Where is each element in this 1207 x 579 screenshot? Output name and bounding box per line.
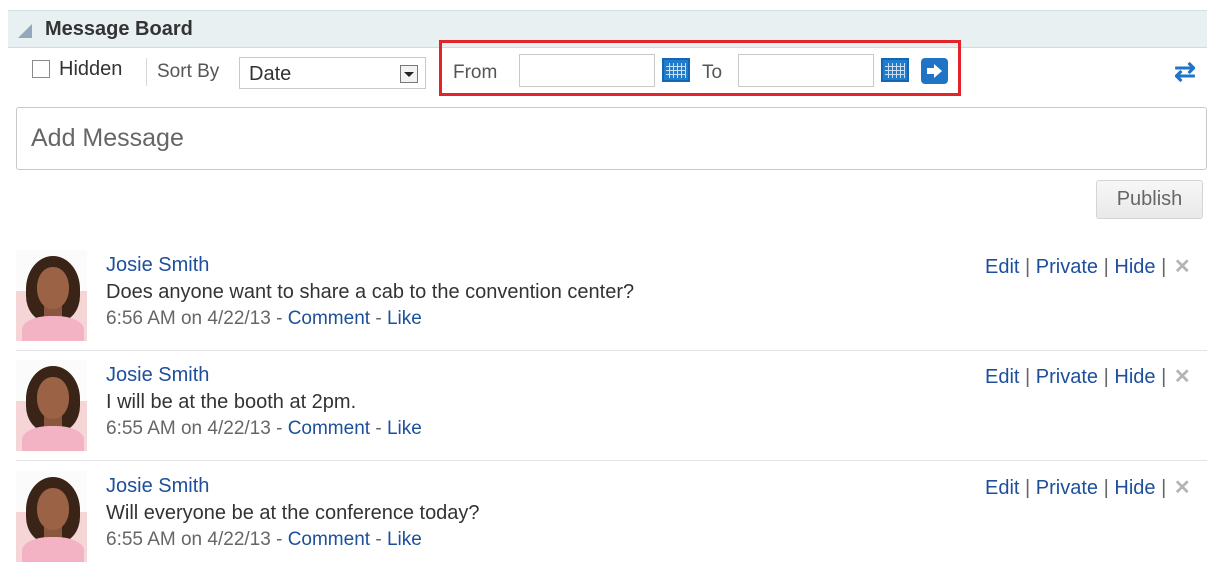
meta-separator: - — [375, 308, 382, 329]
author-link[interactable]: Josie Smith — [106, 475, 209, 498]
delete-icon[interactable]: ✕ — [1174, 477, 1191, 499]
action-separator: | — [1025, 366, 1031, 388]
add-message-input[interactable] — [17, 108, 1161, 169]
comment-link[interactable]: Comment — [288, 308, 370, 329]
message-meta: 6:55 AM on 4/22/13 - Comment - Like — [106, 529, 422, 551]
action-separator: | — [1161, 256, 1167, 278]
hidden-checkbox[interactable] — [32, 60, 50, 78]
chevron-down-icon[interactable] — [400, 65, 418, 83]
private-link[interactable]: Private — [1036, 366, 1098, 388]
sort-by-select[interactable]: Date — [239, 57, 426, 89]
sort-by-value: Date — [249, 63, 292, 85]
publish-button[interactable]: Publish — [1096, 180, 1203, 219]
avatar[interactable] — [16, 471, 87, 562]
like-link[interactable]: Like — [387, 418, 422, 439]
to-date-input[interactable] — [738, 54, 874, 87]
from-calendar-icon[interactable] — [662, 58, 690, 82]
hide-link[interactable]: Hide — [1114, 256, 1155, 278]
delete-icon[interactable]: ✕ — [1174, 366, 1191, 388]
message-text: Does anyone want to share a cab to the c… — [106, 281, 635, 303]
author-link[interactable]: Josie Smith — [106, 254, 209, 277]
action-separator: | — [1103, 366, 1109, 388]
collapse-triangle-icon[interactable] — [18, 24, 32, 38]
avatar[interactable] — [16, 360, 87, 451]
from-date-input[interactable] — [519, 54, 655, 87]
edit-link[interactable]: Edit — [985, 256, 1019, 278]
action-separator: | — [1161, 366, 1167, 388]
action-separator: | — [1103, 477, 1109, 499]
to-label: To — [702, 62, 723, 83]
to-calendar-icon[interactable] — [881, 58, 909, 82]
hidden-checkbox-label[interactable]: Hidden — [59, 58, 122, 81]
edit-link[interactable]: Edit — [985, 477, 1019, 499]
add-message-box[interactable] — [16, 107, 1207, 170]
refresh-icon[interactable]: ⇄ — [1172, 57, 1198, 85]
panel-title: Message Board — [45, 18, 193, 40]
meta-separator: - — [276, 418, 283, 439]
message-divider — [16, 350, 1207, 351]
action-separator: | — [1103, 256, 1109, 278]
message-divider — [16, 460, 1207, 461]
hide-link[interactable]: Hide — [1114, 477, 1155, 499]
private-link[interactable]: Private — [1036, 256, 1098, 278]
message-item: Josie Smith Will everyone be at the conf… — [0, 471, 1207, 579]
action-separator: | — [1025, 477, 1031, 499]
message-meta: 6:55 AM on 4/22/13 - Comment - Like — [106, 418, 422, 440]
action-separator: | — [1025, 256, 1031, 278]
toolbar-divider — [146, 58, 147, 86]
meta-separator: - — [375, 418, 382, 439]
meta-separator: - — [276, 529, 283, 550]
timestamp: 6:55 AM on 4/22/13 — [106, 418, 271, 439]
from-label: From — [453, 62, 498, 83]
delete-icon[interactable]: ✕ — [1174, 256, 1191, 278]
private-link[interactable]: Private — [1036, 477, 1098, 499]
meta-separator: - — [375, 529, 382, 550]
timestamp: 6:56 AM on 4/22/13 — [106, 308, 271, 329]
timestamp: 6:55 AM on 4/22/13 — [106, 529, 271, 550]
message-meta: 6:56 AM on 4/22/13 - Comment - Like — [106, 308, 422, 330]
message-item: Josie Smith I will be at the booth at 2p… — [0, 360, 1207, 468]
meta-separator: - — [276, 308, 283, 329]
author-link[interactable]: Josie Smith — [106, 364, 209, 387]
comment-link[interactable]: Comment — [288, 529, 370, 550]
edit-link[interactable]: Edit — [985, 366, 1019, 388]
apply-date-filter-button[interactable] — [921, 58, 948, 84]
avatar[interactable] — [16, 250, 87, 341]
message-actions: Edit | Private | Hide | ✕ — [985, 475, 1191, 500]
action-separator: | — [1161, 477, 1167, 499]
sort-by-label: Sort By — [157, 61, 220, 82]
message-item: Josie Smith Does anyone want to share a … — [0, 250, 1207, 358]
message-actions: Edit | Private | Hide | ✕ — [985, 254, 1191, 279]
hide-link[interactable]: Hide — [1114, 366, 1155, 388]
message-text: Will everyone be at the conference today… — [106, 502, 480, 524]
comment-link[interactable]: Comment — [288, 418, 370, 439]
like-link[interactable]: Like — [387, 308, 422, 329]
message-actions: Edit | Private | Hide | ✕ — [985, 364, 1191, 389]
message-text: I will be at the booth at 2pm. — [106, 391, 357, 413]
like-link[interactable]: Like — [387, 529, 422, 550]
